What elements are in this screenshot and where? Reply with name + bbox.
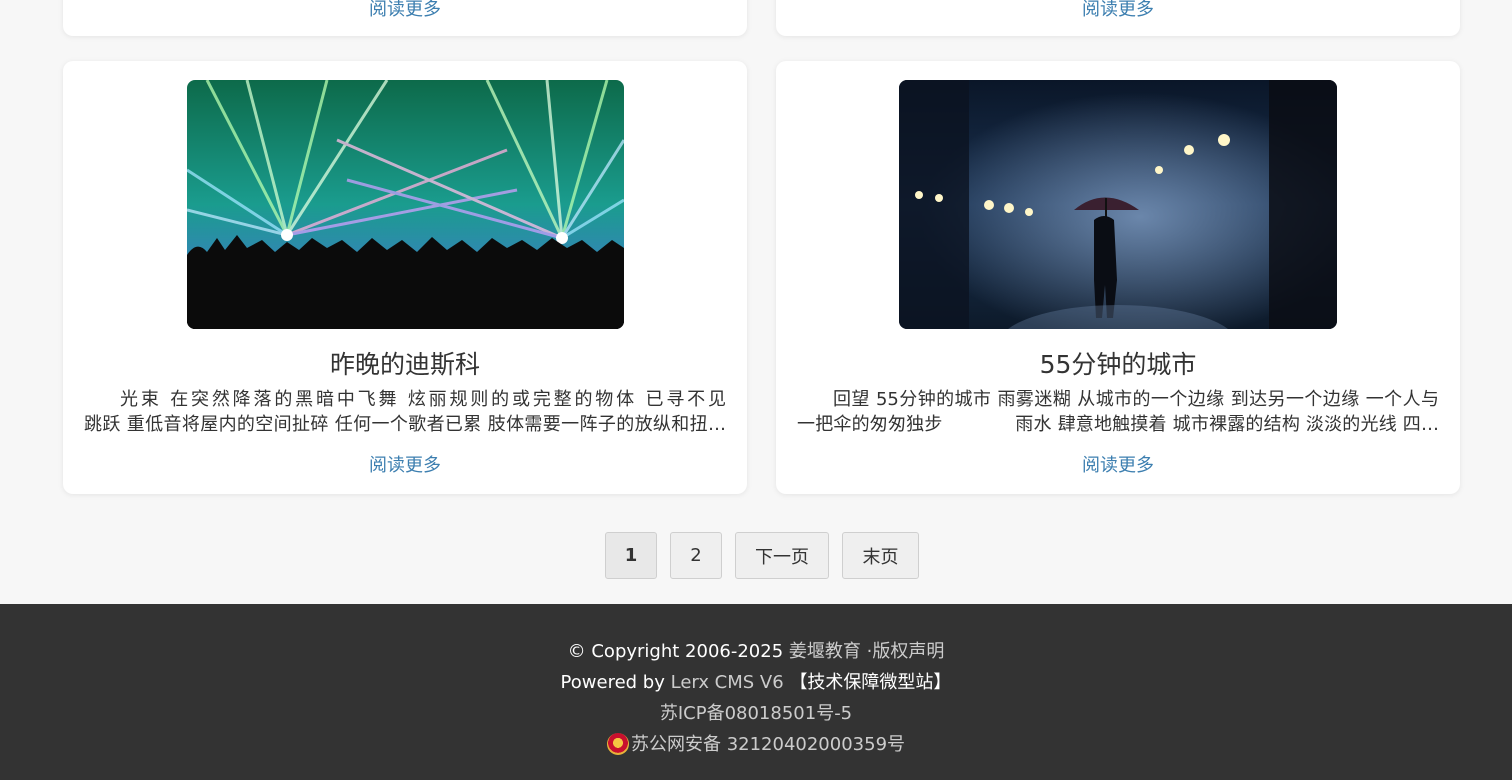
concert-laser-image[interactable] [187,80,624,329]
page-1-button[interactable]: 1 [605,532,657,579]
rights-link[interactable]: 版权声明 [872,641,944,662]
org-link[interactable]: 姜堰教育 [789,641,861,662]
read-more-link[interactable]: 阅读更多 [776,451,1460,477]
pagination: 1 2 下一页 末页 [605,532,919,579]
read-more-link[interactable]: 阅读更多 [63,0,747,21]
article-card-top-right: 阅读更多 [776,0,1460,36]
police-record-text[interactable]: 苏公网安备 32120402000359号 [631,734,905,755]
page-2-button[interactable]: 2 [670,532,722,579]
support-text[interactable]: 【技术保障微型站】 [789,672,951,693]
police-badge-icon [606,733,629,755]
article-card: 昨晚的迪斯科 光束 在突然降落的黑暗中飞舞 炫丽规则的或完整的物体 已寻不见 跳… [63,61,747,494]
article-card-top-left: 阅读更多 [63,0,747,36]
read-more-link[interactable]: 阅读更多 [776,0,1460,21]
article-card: 55分钟的城市 回望 55分钟的城市 雨雾迷糊 从城市的一个边缘 到达另一个边缘… [776,61,1460,494]
last-page-button[interactable]: 末页 [842,532,919,579]
powered-text: Powered by [560,672,665,693]
read-more-link[interactable]: 阅读更多 [63,451,747,477]
copyright-text: © Copyright 2006-2025 [567,641,784,662]
police-record-line[interactable]: 苏公网安备 32120402000359号 [0,730,1512,756]
article-title[interactable]: 55分钟的城市 [776,345,1460,381]
cms-link[interactable]: Lerx CMS V6 [671,672,784,693]
article-title[interactable]: 昨晚的迪斯科 [63,345,747,381]
next-page-button[interactable]: 下一页 [735,532,829,579]
powered-line: Powered by Lerx CMS V6 【技术保障微型站】 [0,668,1512,694]
article-excerpt: 光束 在突然降落的黑暗中飞舞 炫丽规则的或完整的物体 已寻不见 跳跃 重低音将屋… [84,389,726,435]
site-footer: © Copyright 2006-2025 姜堰教育 ·版权声明 Powered… [0,604,1512,780]
copyright-line: © Copyright 2006-2025 姜堰教育 ·版权声明 [0,637,1512,663]
icp-link[interactable]: 苏ICP备08018501号-5 [0,699,1512,725]
rainy-city-umbrella-image[interactable] [899,80,1337,329]
article-excerpt: 回望 55分钟的城市 雨雾迷糊 从城市的一个边缘 到达另一个边缘 一个人与一把伞… [797,389,1439,435]
